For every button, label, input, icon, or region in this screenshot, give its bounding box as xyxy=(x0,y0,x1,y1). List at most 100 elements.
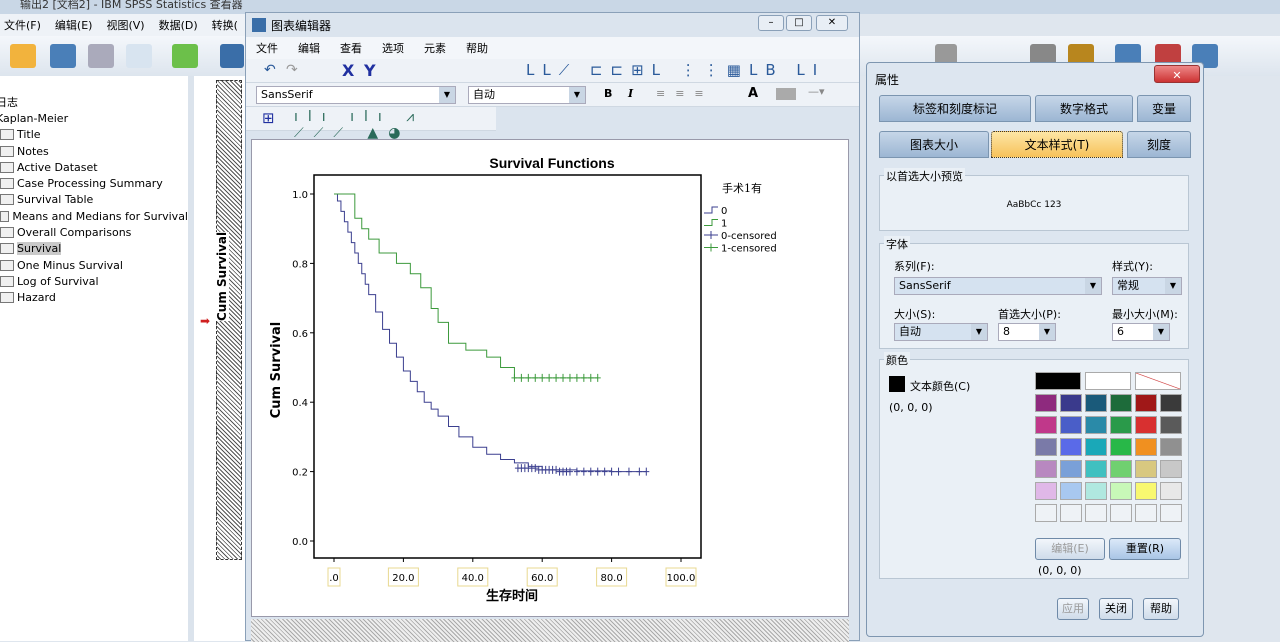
color-swatch[interactable] xyxy=(1085,372,1131,390)
undo-icon[interactable]: ↶ xyxy=(264,62,276,78)
edit-color-button[interactable]: 编辑(E) xyxy=(1035,538,1105,560)
color-swatch[interactable] xyxy=(1035,460,1057,478)
chart-type-icons[interactable]: ılı ılı ⩘ ⟋⟋⟋ ▲◕ xyxy=(294,109,496,141)
outline-item[interactable]: Active Dataset xyxy=(0,159,188,175)
color-swatch[interactable] xyxy=(1085,482,1107,500)
font-family-select[interactable]: SansSerif ▼ xyxy=(256,86,456,104)
color-swatch[interactable] xyxy=(1085,460,1107,478)
color-swatch[interactable] xyxy=(1135,394,1157,412)
menu-view[interactable]: 视图(V) xyxy=(106,17,144,33)
color-swatch[interactable] xyxy=(1135,372,1181,390)
color-swatch[interactable] xyxy=(1160,394,1182,412)
color-swatch[interactable] xyxy=(1135,438,1157,456)
empty-swatch[interactable] xyxy=(1135,504,1157,522)
menu-help[interactable]: 帮助 xyxy=(466,40,488,56)
color-swatch[interactable] xyxy=(1035,416,1057,434)
outline-item[interactable]: Survival Table xyxy=(0,192,188,208)
menu-file[interactable]: 文件(F) xyxy=(4,17,41,33)
goto-data-icon[interactable] xyxy=(220,44,244,68)
outline-item[interactable]: Title xyxy=(0,127,188,143)
color-swatch[interactable] xyxy=(1110,416,1132,434)
close-button[interactable]: ✕ xyxy=(816,15,848,31)
size-select[interactable]: 自动 ▼ xyxy=(894,323,988,341)
color-swatch[interactable] xyxy=(1035,394,1057,412)
menu-data[interactable]: 数据(D) xyxy=(159,17,198,33)
maximize-button[interactable]: □ xyxy=(786,15,812,31)
menu-view[interactable]: 查看 xyxy=(340,40,362,56)
apply-button[interactable]: 应用 xyxy=(1057,598,1089,620)
color-swatch[interactable] xyxy=(1085,394,1107,412)
color-swatch[interactable] xyxy=(1135,416,1157,434)
color-swatch[interactable] xyxy=(1035,372,1081,390)
color-swatch[interactable] xyxy=(1160,438,1182,456)
menu-options[interactable]: 选项 xyxy=(382,40,404,56)
redo-icon[interactable]: ↷ xyxy=(286,62,298,78)
print-preview-icon[interactable] xyxy=(126,44,152,68)
color-swatch[interactable] xyxy=(1160,482,1182,500)
chart-element-icons[interactable]: ꓡꓡ⟋ ⊏⊏⊞ꓡ ⋮⋮▦ꓡB ꓡꓲ xyxy=(526,61,825,79)
color-swatch[interactable] xyxy=(1060,394,1082,412)
menu-elements[interactable]: 元素 xyxy=(424,40,446,56)
tab[interactable]: 数字格式 xyxy=(1035,95,1133,122)
menu-edit[interactable]: 编辑 xyxy=(298,40,320,56)
color-swatch[interactable] xyxy=(1085,438,1107,456)
family-select[interactable]: SansSerif ▼ xyxy=(894,277,1102,295)
outline-item[interactable]: Hazard xyxy=(0,290,188,306)
color-swatch[interactable] xyxy=(1135,460,1157,478)
bold-button[interactable]: B xyxy=(604,87,612,100)
help-button[interactable]: 帮助 xyxy=(1143,598,1179,620)
minimize-button[interactable]: – xyxy=(758,15,784,31)
preferred-size-select[interactable]: 8 ▼ xyxy=(998,323,1056,341)
tab[interactable]: 图表大小 xyxy=(879,131,989,158)
color-swatch[interactable] xyxy=(1060,416,1082,434)
empty-swatch[interactable] xyxy=(1035,504,1057,522)
text-color-label[interactable]: 文本颜色(C) xyxy=(910,378,970,394)
min-size-select[interactable]: 6 ▼ xyxy=(1112,323,1170,341)
color-swatch[interactable] xyxy=(1110,460,1132,478)
color-swatch[interactable] xyxy=(1035,482,1057,500)
text-color-button[interactable]: A xyxy=(748,86,758,101)
color-swatch[interactable] xyxy=(1060,482,1082,500)
open-folder-icon[interactable] xyxy=(10,44,36,68)
color-swatch[interactable] xyxy=(1085,416,1107,434)
outline-item[interactable]: Kaplan-Meier xyxy=(0,110,188,126)
menu-transform[interactable]: 转换( xyxy=(212,17,238,33)
outline-item[interactable]: Case Processing Summary xyxy=(0,175,188,191)
outline-item[interactable]: One Minus Survival xyxy=(0,257,188,273)
empty-swatch[interactable] xyxy=(1060,504,1082,522)
tab[interactable]: 变量 xyxy=(1137,95,1191,122)
fill-color-icon[interactable] xyxy=(776,88,796,100)
color-swatch[interactable] xyxy=(1060,438,1082,456)
close-button[interactable]: 关闭 xyxy=(1099,598,1133,620)
tab[interactable]: 标签和刻度标记 xyxy=(879,95,1031,122)
chart-canvas[interactable]: Survival Functions 0.0 0.2 0.4 0.6 0.8 1.0 .0 20… xyxy=(251,139,849,617)
print-icon[interactable] xyxy=(88,44,114,68)
empty-swatch[interactable] xyxy=(1085,504,1107,522)
close-window-button[interactable]: ✕ xyxy=(1154,65,1200,83)
outline-item[interactable]: Log of Survival xyxy=(0,273,188,289)
x-axis-icon[interactable]: X xyxy=(342,61,354,80)
color-swatch[interactable] xyxy=(1060,460,1082,478)
tab[interactable]: 文本样式(T) xyxy=(991,131,1123,158)
color-swatch[interactable] xyxy=(1160,460,1182,478)
color-swatch[interactable] xyxy=(1135,482,1157,500)
menu-edit[interactable]: 编辑(E) xyxy=(55,17,93,33)
y-axis-icon[interactable]: Y xyxy=(364,61,376,80)
chart-preview-selected[interactable]: Cum Survival xyxy=(215,80,242,560)
outline-item[interactable]: Notes xyxy=(0,143,188,159)
menu-file[interactable]: 文件 xyxy=(256,40,278,56)
outline-item[interactable]: Survival xyxy=(0,241,188,257)
reset-color-button[interactable]: 重置(R) xyxy=(1109,538,1181,560)
export-icon[interactable] xyxy=(172,44,198,68)
font-size-select[interactable]: 自动 ▼ xyxy=(468,86,586,104)
line-style-icon[interactable]: —▾ xyxy=(808,85,825,98)
outline-item[interactable]: 日志 xyxy=(0,94,188,110)
style-select[interactable]: 常规 ▼ xyxy=(1112,277,1182,295)
outline-item[interactable]: Means and Medians for Survival xyxy=(0,208,188,224)
color-swatch[interactable] xyxy=(1110,482,1132,500)
italic-button[interactable]: I xyxy=(628,87,633,100)
color-swatch[interactable] xyxy=(1110,394,1132,412)
align-icons[interactable]: ≡≡≡ xyxy=(656,87,714,100)
grid-icon[interactable]: ⊞ xyxy=(262,109,275,127)
tab[interactable]: 刻度 xyxy=(1127,131,1191,158)
